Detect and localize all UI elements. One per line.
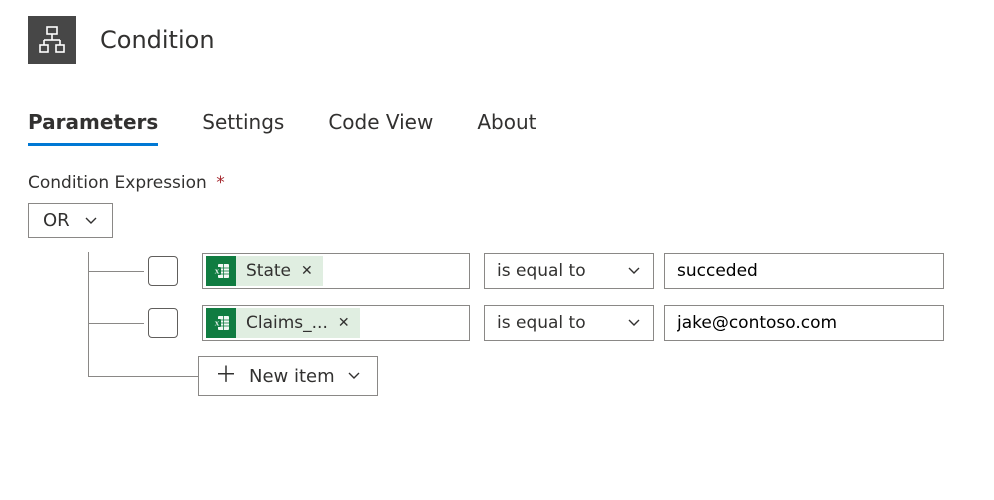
operator-dropdown[interactable]: is equal to xyxy=(484,253,654,289)
plus-icon: ＋ xyxy=(215,365,237,387)
svg-text:X: X xyxy=(215,320,220,327)
new-item-label: New item xyxy=(249,366,335,387)
condition-icon xyxy=(28,16,76,64)
tab-strip: Parameters Settings Code View About xyxy=(28,104,966,145)
condition-tree: X State ✕ is equal to xyxy=(28,252,966,396)
value-input[interactable] xyxy=(664,305,944,341)
tree-connector-branch xyxy=(88,376,198,377)
operator-value: is equal to xyxy=(497,313,586,333)
left-operand-field[interactable]: X Claims_... ✕ xyxy=(202,305,470,341)
operator-value: is equal to xyxy=(497,261,586,281)
condition-row: X State ✕ is equal to xyxy=(28,252,966,290)
token-label: Claims_... xyxy=(246,313,328,333)
tab-code-view[interactable]: Code View xyxy=(328,104,433,144)
value-input[interactable] xyxy=(664,253,944,289)
field-label: Condition Expression * xyxy=(28,173,966,193)
new-item-button[interactable]: ＋ New item xyxy=(198,356,378,396)
tab-settings[interactable]: Settings xyxy=(202,104,284,144)
token-remove-button[interactable]: ✕ xyxy=(301,263,313,279)
tree-connector-branch xyxy=(28,304,88,342)
dynamic-token: X State ✕ xyxy=(206,256,323,286)
operator-dropdown[interactable]: is equal to xyxy=(484,305,654,341)
condition-row: X Claims_... ✕ is equal to xyxy=(28,304,966,342)
card-title: Condition xyxy=(100,26,215,54)
card-header: Condition xyxy=(28,16,966,64)
row-checkbox[interactable] xyxy=(148,256,178,286)
tab-about[interactable]: About xyxy=(477,104,536,144)
chevron-down-icon xyxy=(627,316,641,330)
logic-operator-dropdown[interactable]: OR xyxy=(28,203,113,238)
excel-icon: X xyxy=(206,308,236,338)
tab-parameters[interactable]: Parameters xyxy=(28,104,158,144)
row-checkbox[interactable] xyxy=(148,308,178,338)
logic-operator-value: OR xyxy=(43,210,70,231)
chevron-down-icon xyxy=(347,369,361,383)
excel-icon: X xyxy=(206,256,236,286)
field-label-text: Condition Expression xyxy=(28,173,207,193)
chevron-down-icon xyxy=(84,214,98,228)
tree-connector-branch xyxy=(28,252,88,290)
left-operand-field[interactable]: X State ✕ xyxy=(202,253,470,289)
svg-text:X: X xyxy=(215,268,220,275)
required-asterisk: * xyxy=(216,173,225,193)
token-remove-button[interactable]: ✕ xyxy=(338,315,350,331)
chevron-down-icon xyxy=(627,264,641,278)
dynamic-token: X Claims_... ✕ xyxy=(206,308,360,338)
new-item-row: ＋ New item xyxy=(28,356,966,396)
token-label: State xyxy=(246,261,291,281)
